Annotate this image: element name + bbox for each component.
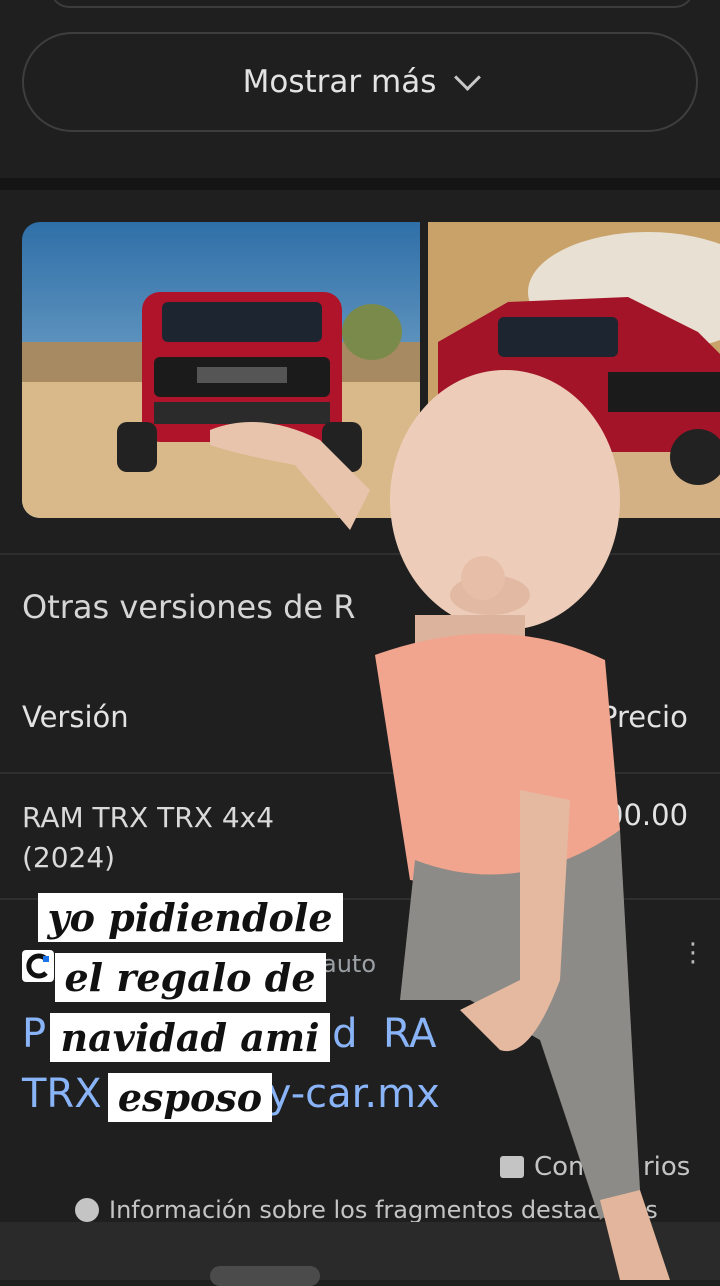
caption-line: navidad ami bbox=[50, 1013, 330, 1062]
chevron-down-icon bbox=[454, 63, 482, 91]
video-caption: yo pidiendole el regalo de navidad ami e… bbox=[20, 888, 360, 1128]
section-separator bbox=[0, 178, 720, 190]
caption-line: esposo bbox=[107, 1073, 273, 1122]
previous-card-edge bbox=[50, 0, 694, 8]
column-header-version: Versión bbox=[22, 700, 129, 734]
caption-line: el regalo de bbox=[54, 953, 326, 1002]
baby-sticker-image bbox=[200, 360, 720, 1280]
show-more-label: Mostrar más bbox=[242, 64, 437, 100]
help-icon bbox=[75, 1198, 99, 1222]
show-more-button[interactable]: Mostrar más bbox=[22, 32, 698, 132]
caption-line: yo pidiendole bbox=[37, 893, 343, 942]
